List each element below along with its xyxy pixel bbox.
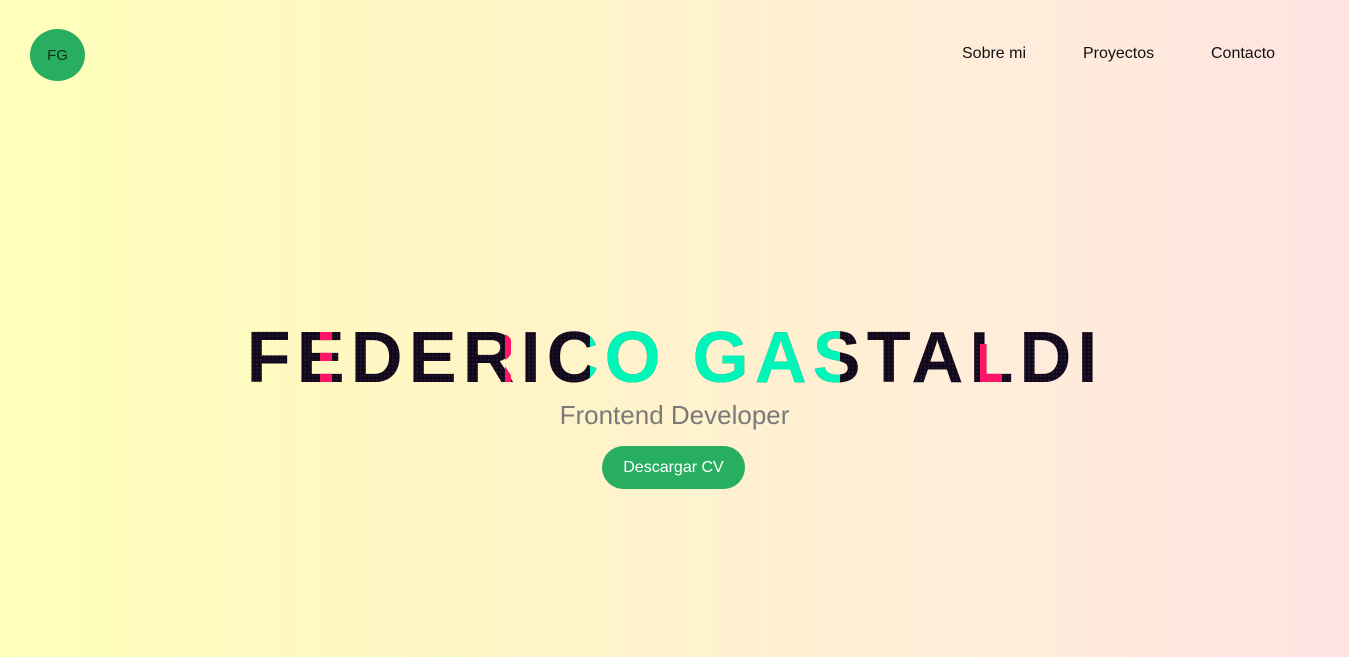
download-cv-button[interactable]: Descargar CV (602, 446, 745, 489)
hero-title-graphic: FEDERICO GASTALDI FEDERICO GASTALDI FEDE… (246, 318, 1097, 394)
nav-link-proyectos[interactable]: Proyectos (1083, 45, 1154, 63)
nav-link-contacto[interactable]: Contacto (1211, 45, 1275, 63)
hero-title: FEDERICO GASTALDI FEDERICO GASTALDI FEDE… (0, 314, 1349, 394)
logo-badge[interactable]: FG (30, 29, 85, 81)
logo-initials: FG (47, 46, 68, 64)
hero-subtitle: Frontend Developer (559, 400, 790, 430)
nav-link-sobre-mi[interactable]: Sobre mi (962, 45, 1026, 63)
hero-section: FEDERICO GASTALDI FEDERICO GASTALDI FEDE… (0, 314, 1349, 394)
